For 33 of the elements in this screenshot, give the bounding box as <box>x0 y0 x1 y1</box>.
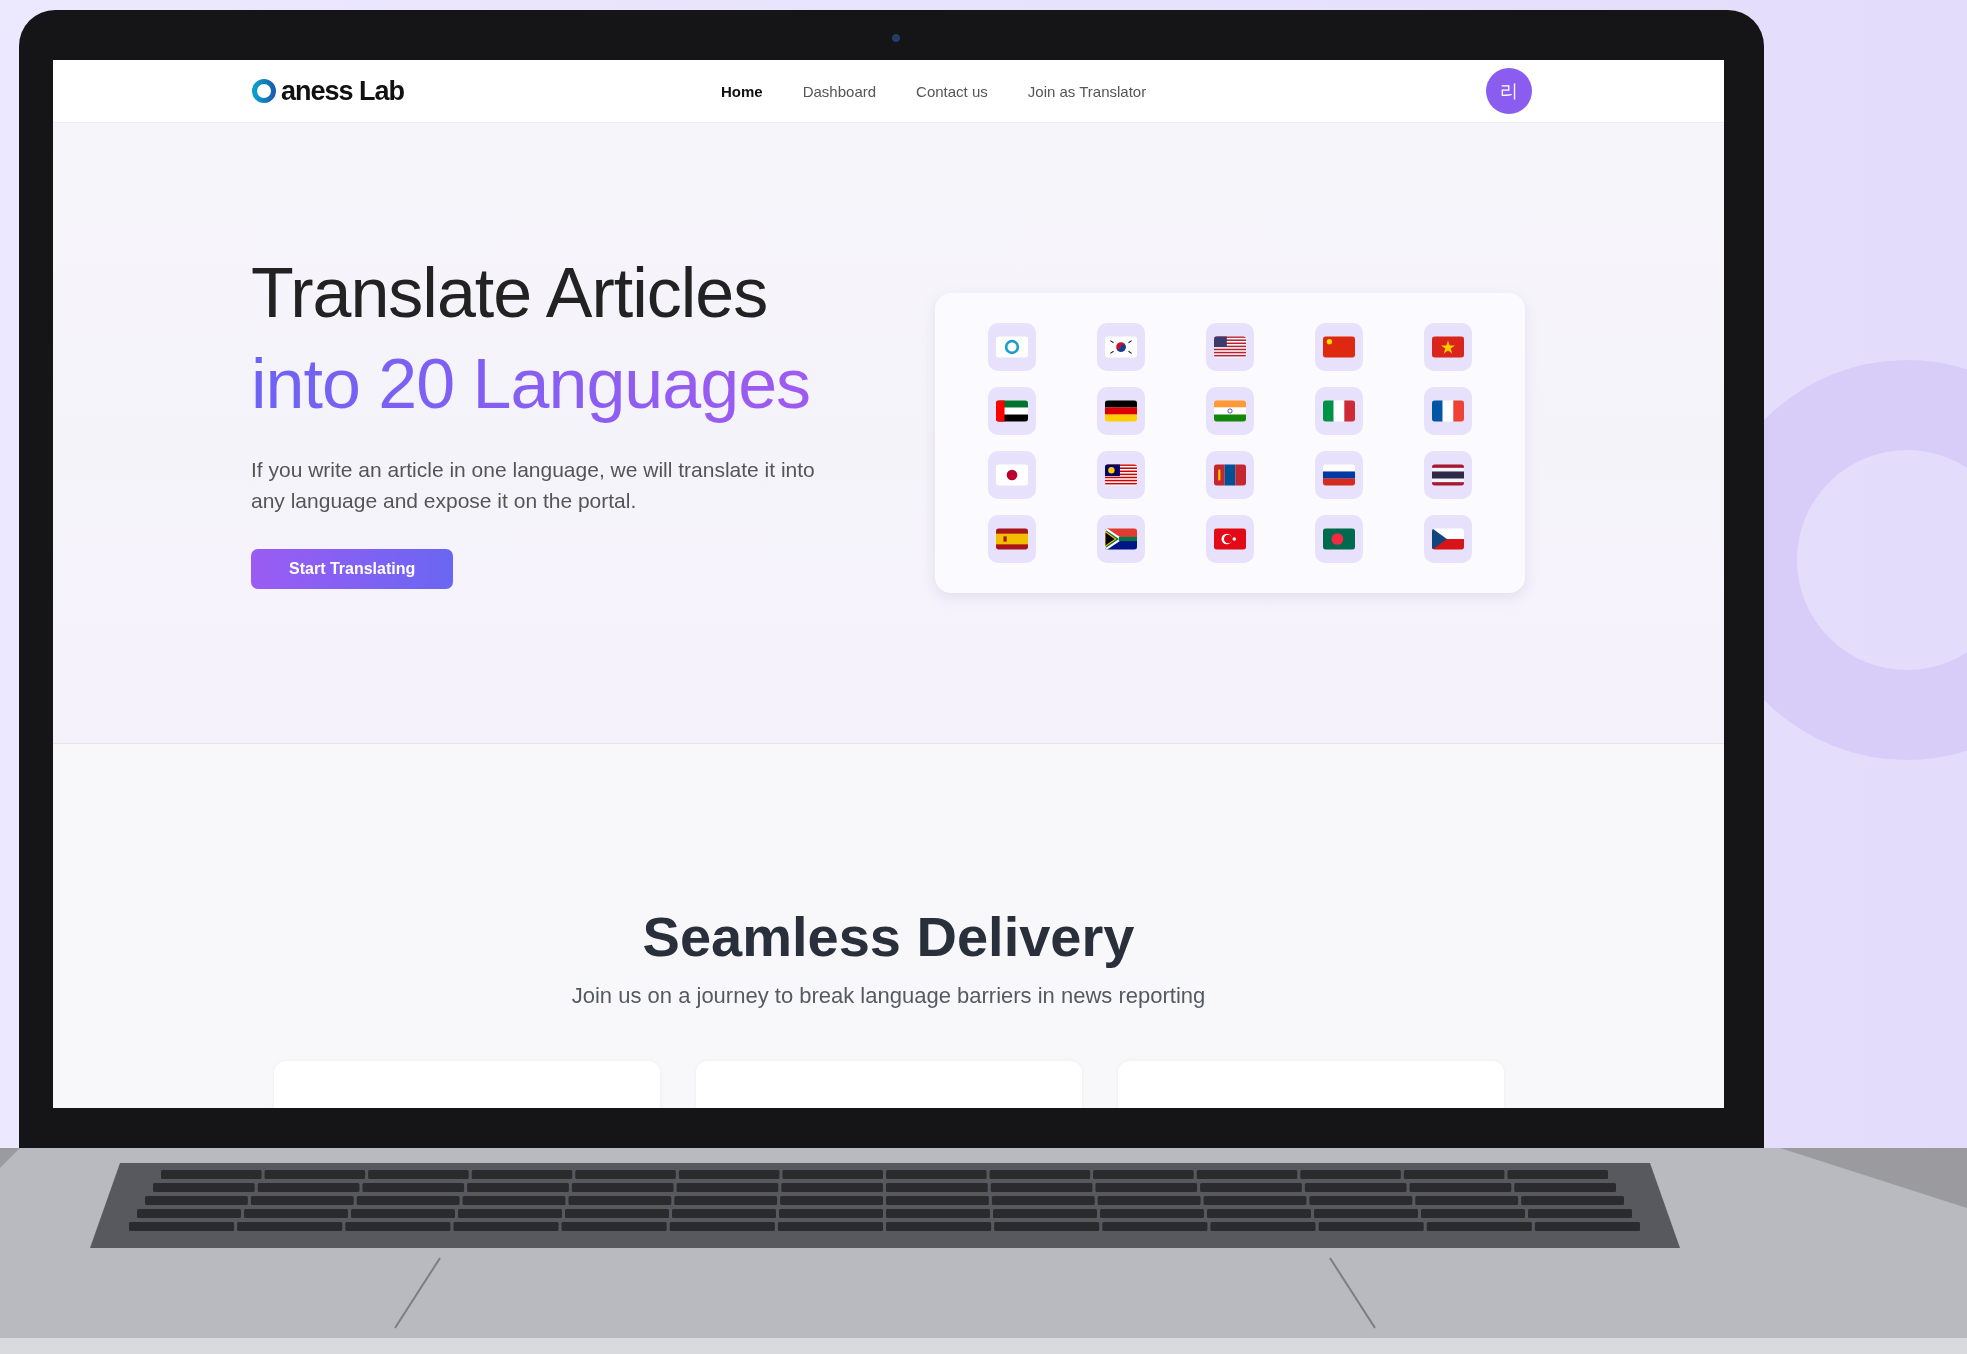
flag-icon <box>1105 464 1137 486</box>
flag-icon <box>1214 400 1246 422</box>
flag-icon <box>1323 528 1355 550</box>
section-title: Seamless Delivery <box>642 904 1135 969</box>
logo-icon <box>251 78 277 104</box>
nav-link[interactable]: Home <box>721 82 763 100</box>
start-translating-button[interactable]: Start Translating <box>251 548 454 589</box>
flag-icon <box>1432 528 1464 550</box>
flag-icon <box>1105 400 1137 422</box>
flag-icon <box>1432 464 1464 486</box>
flag-icon <box>1105 336 1137 358</box>
flag-icon <box>1432 336 1464 358</box>
flag-icon <box>1214 336 1246 358</box>
flag-icon <box>996 528 1028 550</box>
flag-icon <box>1214 464 1246 486</box>
nav-link[interactable]: Join as Translator <box>1027 82 1147 100</box>
hero-description: If you write an article in one language, we will translate it into any language and expose it on the portal. <box>251 456 816 514</box>
flag-icon <box>1323 400 1355 422</box>
flag-icon <box>1432 400 1464 422</box>
flag-icon <box>1105 528 1137 550</box>
section-subtitle: Join us on a journey to break language barriers in news reporting <box>571 983 1206 1009</box>
avatar[interactable]: 리 <box>1486 68 1532 114</box>
flag-icon <box>1323 464 1355 486</box>
flag-icon <box>996 464 1028 486</box>
nav-link[interactable]: Contact us <box>916 82 988 100</box>
flag-icon <box>996 400 1028 422</box>
camera-icon <box>891 34 900 42</box>
flag-icon <box>996 336 1028 358</box>
nav-link[interactable]: Dashboard <box>802 82 877 100</box>
logo-text: aness Lab <box>281 75 405 107</box>
hero-title: Translate Articles <box>251 252 768 334</box>
flag-icon <box>1323 336 1355 358</box>
flag-icon <box>1214 528 1246 550</box>
